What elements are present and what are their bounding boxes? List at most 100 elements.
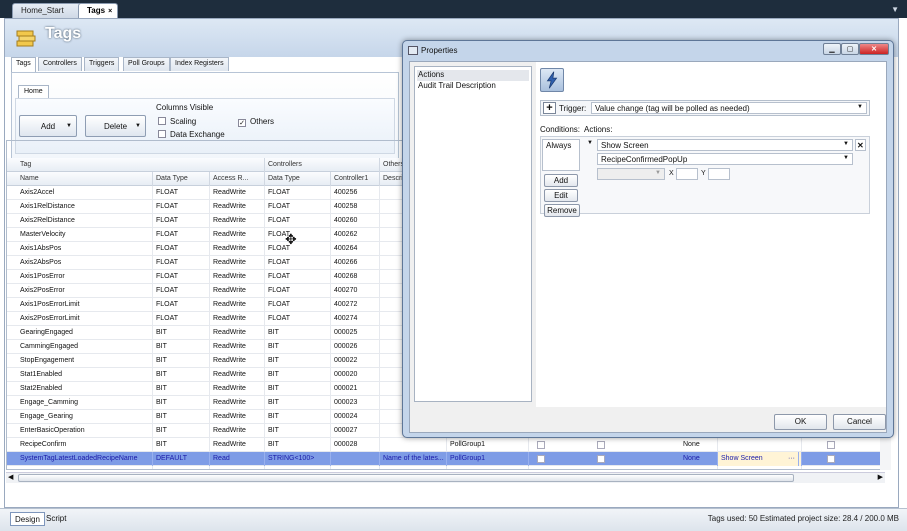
column-header-ctrl-data-type[interactable]: Data Type — [265, 172, 331, 186]
doc-tab-tags[interactable]: Tags × — [78, 3, 118, 18]
tab-triggers[interactable]: Triggers — [84, 57, 120, 71]
cell-type[interactable]: BIT — [153, 438, 210, 452]
remove-condition-button[interactable]: Remove — [544, 204, 580, 217]
column-header-access[interactable]: Access R... — [210, 172, 265, 186]
cell-name[interactable]: LastRecipeLoadedName — [17, 466, 153, 469]
maximize-button[interactable]: ▢ — [841, 43, 859, 55]
cell-ctype[interactable]: BIT — [265, 354, 331, 368]
cell-addr[interactable]: 400274 — [331, 312, 380, 326]
collapse-icon[interactable]: ▼ — [587, 140, 593, 146]
cell-access[interactable]: ReadWrite — [210, 396, 265, 410]
cell-ctype[interactable]: FLOAT — [265, 298, 331, 312]
cell-ctype[interactable]: STRING<100> — [265, 466, 331, 469]
cell-ctype[interactable]: FLOAT — [265, 200, 331, 214]
tab-design[interactable]: Design — [10, 512, 45, 526]
scroll-left-icon[interactable]: ◀ — [8, 473, 13, 481]
cell-addr[interactable]: 400276 — [331, 466, 380, 469]
others-checkbox[interactable]: ✓ Others — [238, 117, 274, 127]
cell-type[interactable]: BIT — [153, 340, 210, 354]
x-input[interactable] — [676, 168, 698, 180]
row-checkbox[interactable] — [537, 469, 545, 470]
cell-ctype[interactable]: BIT — [265, 340, 331, 354]
cell-ctype[interactable]: BIT — [265, 396, 331, 410]
cell-type[interactable]: FLOAT — [153, 284, 210, 298]
cell-access[interactable]: ReadWrite — [210, 186, 265, 200]
cell-none[interactable]: None — [680, 438, 718, 452]
cell-addr[interactable]: 400262 — [331, 228, 380, 242]
data-exchange-checkbox[interactable]: Data Exchange — [158, 130, 225, 139]
cell-access[interactable]: ReadWrite — [210, 354, 265, 368]
cell-name[interactable]: Axis1PosErrorLimit — [17, 298, 153, 312]
cell-addr[interactable]: 400272 — [331, 298, 380, 312]
cell-ctype[interactable]: BIT — [265, 382, 331, 396]
cell-name[interactable]: EnterBasicOperation — [17, 424, 153, 438]
cell-addr[interactable]: 400264 — [331, 242, 380, 256]
cell-action[interactable] — [718, 438, 802, 452]
cell-access[interactable]: ReadWrite — [210, 340, 265, 354]
cell-addr[interactable]: 000020 — [331, 368, 380, 382]
tab-script[interactable]: Script — [42, 512, 70, 526]
cell-desc[interactable]: Name of the lates... — [380, 452, 447, 466]
cell-addr[interactable]: 000023 — [331, 396, 380, 410]
cell-ctype[interactable]: BIT — [265, 438, 331, 452]
cell-type[interactable]: BIT — [153, 396, 210, 410]
cell-addr[interactable]: 400260 — [331, 214, 380, 228]
cell-ctype[interactable]: FLOAT — [265, 312, 331, 326]
cell-poll[interactable]: PollGroup1 — [447, 452, 529, 466]
cell-access[interactable]: ReadWrite — [210, 410, 265, 424]
cell-addr[interactable]: 000021 — [331, 382, 380, 396]
cell-poll[interactable]: PollGroup1 — [447, 438, 529, 452]
cell-addr[interactable]: 400270 — [331, 284, 380, 298]
cell-name[interactable]: Engage_Camming — [17, 396, 153, 410]
cell-ctype[interactable]: FLOAT — [265, 228, 331, 242]
cell-name[interactable]: StopEngagement — [17, 354, 153, 368]
cell-type[interactable]: FLOAT — [153, 186, 210, 200]
cell-type[interactable]: FLOAT — [153, 256, 210, 270]
minimize-button[interactable]: ▁ — [823, 43, 841, 55]
cell-ctype[interactable]: FLOAT — [265, 284, 331, 298]
cell-access[interactable]: ReadWrite — [210, 270, 265, 284]
tab-tags[interactable]: Tags — [11, 57, 36, 72]
row-checkbox[interactable] — [537, 441, 545, 449]
cell-access[interactable]: ReadWrite — [210, 242, 265, 256]
scrollbar-thumb[interactable] — [18, 474, 794, 482]
cell-name[interactable]: Axis2RelDistance — [17, 214, 153, 228]
cell-addr[interactable]: 400258 — [331, 200, 380, 214]
cell-desc[interactable] — [380, 466, 447, 469]
cell-addr[interactable] — [331, 452, 380, 466]
add-trigger-icon[interactable]: + — [543, 102, 556, 114]
column-header-data-type[interactable]: Data Type — [153, 172, 210, 186]
cell-access[interactable]: ReadWrite — [210, 284, 265, 298]
add-button[interactable]: Add ▼ — [19, 115, 77, 137]
screen-select[interactable]: RecipeConfirmedPopUp ▼ — [597, 153, 853, 165]
ribbon-tab-home[interactable]: Home — [18, 85, 49, 98]
close-icon[interactable]: × — [108, 8, 112, 15]
cell-addr[interactable]: 400256 — [331, 186, 380, 200]
cell-type[interactable]: BIT — [153, 326, 210, 340]
list-item-actions[interactable]: Actions — [417, 70, 529, 81]
cell-type[interactable]: DEFAULT — [153, 452, 210, 466]
cell-name[interactable]: Stat1Enabled — [17, 368, 153, 382]
cell-name[interactable]: Axis2Accel — [17, 186, 153, 200]
cell-addr[interactable]: 000028 — [331, 438, 380, 452]
cell-addr[interactable]: 400268 — [331, 270, 380, 284]
cell-action[interactable] — [718, 466, 802, 469]
cell-addr[interactable]: 000027 — [331, 424, 380, 438]
table-row[interactable]: SystemTagLatestLoadedRecipeName DEFAULT Re… — [7, 452, 884, 466]
cell-addr[interactable]: 000024 — [331, 410, 380, 424]
cell-poll[interactable]: PollGroup1 — [447, 466, 529, 469]
cell-access[interactable]: ReadWrite — [210, 312, 265, 326]
cell-ctype[interactable]: FLOAT — [265, 242, 331, 256]
cell-ctype[interactable]: FLOAT — [265, 186, 331, 200]
condition-value[interactable]: Always — [542, 139, 580, 171]
cell-name[interactable]: CammingEngaged — [17, 340, 153, 354]
cell-access[interactable]: ReadWrite — [210, 298, 265, 312]
cell-type[interactable]: FLOAT — [153, 242, 210, 256]
cell-type[interactable]: BIT — [153, 410, 210, 424]
horizontal-scrollbar[interactable]: ◀ ▶ — [6, 472, 885, 483]
cell-type[interactable]: STRING — [153, 466, 210, 469]
add-condition-button[interactable]: Add — [544, 174, 578, 187]
column-header-controller1[interactable]: Controller1 — [331, 172, 380, 186]
list-item-audit-trail[interactable]: Audit Trail Description — [417, 81, 529, 92]
tab-controllers[interactable]: Controllers — [38, 57, 82, 71]
